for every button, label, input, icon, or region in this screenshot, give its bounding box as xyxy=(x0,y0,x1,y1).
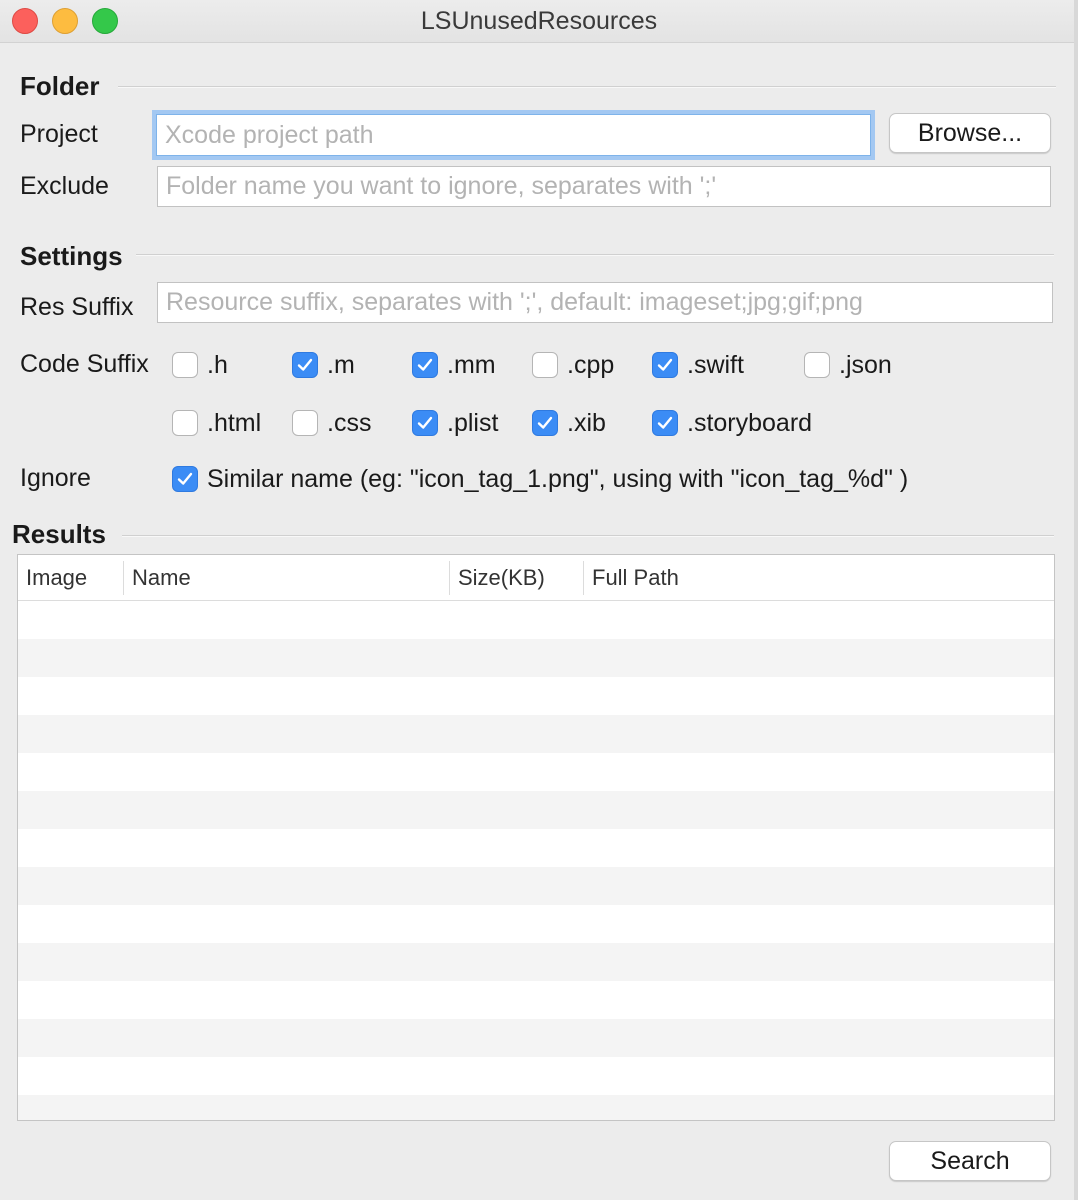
code-suffix-mm-checkbox[interactable]: .mm xyxy=(412,349,496,381)
checkbox-box[interactable] xyxy=(172,466,198,492)
ignore-label: Ignore xyxy=(20,464,91,492)
code-suffix-css-label: .css xyxy=(327,408,372,437)
table-row[interactable] xyxy=(18,1095,1054,1120)
exclude-folders-input[interactable] xyxy=(157,166,1051,207)
code-suffix-m-label: .m xyxy=(327,350,355,379)
table-row[interactable] xyxy=(18,1057,1054,1095)
code-suffix-json-label: .json xyxy=(839,350,892,379)
checkbox-box[interactable] xyxy=(804,352,830,378)
table-row[interactable] xyxy=(18,677,1054,715)
results-separator xyxy=(122,535,1054,537)
search-button[interactable]: Search xyxy=(889,1141,1051,1181)
table-row[interactable] xyxy=(18,791,1054,829)
table-row[interactable] xyxy=(18,943,1054,981)
code-suffix-cpp-checkbox[interactable]: .cpp xyxy=(532,349,614,381)
results-table-header: Image Name Size(KB) Full Path xyxy=(18,555,1054,601)
checkbox-box[interactable] xyxy=(172,352,198,378)
res-suffix-label: Res Suffix xyxy=(20,293,134,321)
checkbox-box[interactable] xyxy=(292,352,318,378)
code-suffix-xib-label: .xib xyxy=(567,408,606,437)
code-suffix-xib-checkbox[interactable]: .xib xyxy=(532,407,606,439)
exclude-label: Exclude xyxy=(20,172,109,200)
column-divider[interactable] xyxy=(583,561,584,595)
code-suffix-css-checkbox[interactable]: .css xyxy=(292,407,371,439)
table-row[interactable] xyxy=(18,981,1054,1019)
checkmark-icon xyxy=(657,416,673,429)
checkbox-box[interactable] xyxy=(652,410,678,436)
project-path-input[interactable] xyxy=(156,114,871,156)
code-suffix-plist-checkbox[interactable]: .plist xyxy=(412,407,498,439)
code-suffix-html-label: .html xyxy=(207,408,262,437)
settings-heading: Settings xyxy=(20,241,123,271)
settings-separator xyxy=(136,254,1054,256)
results-table-body xyxy=(18,601,1054,1120)
window-edge xyxy=(1074,0,1078,1200)
window-title: LSUnusedResources xyxy=(420,7,658,35)
checkmark-icon xyxy=(297,358,313,371)
checkmark-icon xyxy=(417,358,433,371)
res-suffix-input[interactable] xyxy=(157,282,1053,323)
checkbox-box[interactable] xyxy=(532,410,558,436)
column-header-size[interactable]: Size(KB) xyxy=(458,555,545,600)
table-row[interactable] xyxy=(18,905,1054,943)
checkbox-box[interactable] xyxy=(412,410,438,436)
table-row[interactable] xyxy=(18,715,1054,753)
table-row[interactable] xyxy=(18,601,1054,639)
folder-separator xyxy=(118,86,1056,88)
code-suffix-h-label: .h xyxy=(207,350,228,379)
folder-heading: Folder xyxy=(20,71,100,101)
column-divider[interactable] xyxy=(123,561,124,595)
title-bar: LSUnusedResources xyxy=(0,0,1078,43)
browse-button[interactable]: Browse... xyxy=(889,113,1051,153)
table-row[interactable] xyxy=(18,753,1054,791)
checkbox-box[interactable] xyxy=(172,410,198,436)
checkbox-box[interactable] xyxy=(412,352,438,378)
table-row[interactable] xyxy=(18,639,1054,677)
table-row[interactable] xyxy=(18,1019,1054,1057)
checkmark-icon xyxy=(177,472,193,485)
results-table[interactable]: Image Name Size(KB) Full Path xyxy=(17,554,1055,1121)
checkbox-box[interactable] xyxy=(532,352,558,378)
code-suffix-html-checkbox[interactable]: .html xyxy=(172,407,261,439)
code-suffix-plist-label: .plist xyxy=(447,408,499,437)
code-suffix-m-checkbox[interactable]: .m xyxy=(292,349,355,381)
ignore-similar-name-label: Similar name (eg: "icon_tag_1.png", usin… xyxy=(207,464,909,493)
checkmark-icon xyxy=(417,416,433,429)
column-header-name[interactable]: Name xyxy=(132,555,191,600)
column-header-image[interactable]: Image xyxy=(26,555,87,600)
checkmark-icon xyxy=(537,416,553,429)
checkbox-box[interactable] xyxy=(652,352,678,378)
code-suffix-h-checkbox[interactable]: .h xyxy=(172,349,228,381)
code-suffix-storyboard-label: .storyboard xyxy=(687,408,813,437)
code-suffix-swift-label: .swift xyxy=(687,350,744,379)
checkbox-box[interactable] xyxy=(292,410,318,436)
column-divider[interactable] xyxy=(449,561,450,595)
code-suffix-swift-checkbox[interactable]: .swift xyxy=(652,349,744,381)
code-suffix-mm-label: .mm xyxy=(447,350,496,379)
table-row[interactable] xyxy=(18,829,1054,867)
checkmark-icon xyxy=(657,358,673,371)
project-label: Project xyxy=(20,120,98,148)
table-row[interactable] xyxy=(18,867,1054,905)
results-heading: Results xyxy=(12,519,106,549)
code-suffix-json-checkbox[interactable]: .json xyxy=(804,349,892,381)
column-header-full-path[interactable]: Full Path xyxy=(592,555,679,600)
code-suffix-cpp-label: .cpp xyxy=(567,350,615,379)
code-suffix-storyboard-checkbox[interactable]: .storyboard xyxy=(652,407,812,439)
code-suffix-label: Code Suffix xyxy=(20,350,149,378)
ignore-similar-name-checkbox[interactable]: Similar name (eg: "icon_tag_1.png", usin… xyxy=(172,463,908,495)
